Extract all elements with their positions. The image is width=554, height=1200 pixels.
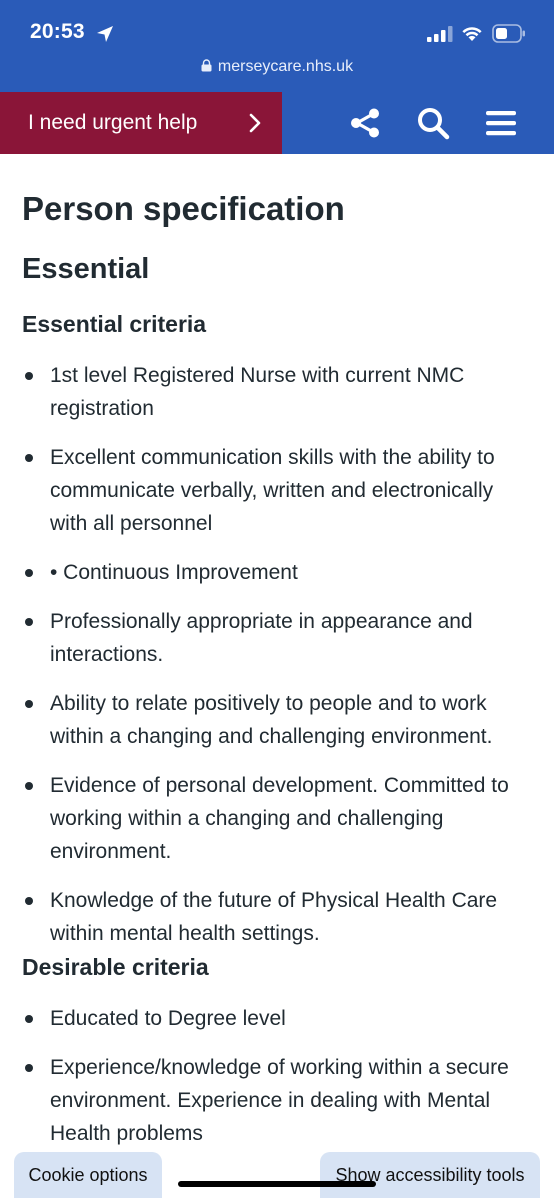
desirable-criteria-list: Educated to Degree level Experience/know… bbox=[22, 1002, 534, 1150]
list-item: Evidence of personal development. Commit… bbox=[22, 769, 534, 868]
urgent-help-label: I need urgent help bbox=[28, 111, 198, 134]
signal-icon bbox=[427, 26, 453, 42]
cookie-options-button[interactable]: Cookie options bbox=[14, 1152, 162, 1198]
chevron-right-icon bbox=[249, 113, 261, 133]
location-arrow-icon bbox=[97, 26, 113, 42]
menu-icon[interactable] bbox=[484, 106, 518, 140]
list-item: Excellent communication skills with the … bbox=[22, 441, 534, 540]
status-bar: 20:53 merseycare.nhs.uk bbox=[0, 0, 554, 92]
urgent-help-button[interactable]: I need urgent help bbox=[0, 92, 282, 154]
home-indicator bbox=[178, 1181, 376, 1187]
desirable-criteria-heading: Desirable criteria bbox=[22, 954, 209, 980]
list-item: 1st level Registered Nurse with current … bbox=[22, 359, 534, 425]
list-item: • Continuous Improvement bbox=[22, 556, 534, 589]
wifi-icon bbox=[462, 27, 482, 41]
section-heading: Essential bbox=[22, 253, 150, 285]
list-item: Knowledge of the future of Physical Heal… bbox=[22, 884, 534, 950]
list-item: Ability to relate positively to people a… bbox=[22, 687, 534, 753]
list-item: Professionally appropriate in appearance… bbox=[22, 605, 534, 671]
url-bar[interactable]: merseycare.nhs.uk bbox=[0, 58, 554, 76]
search-icon[interactable] bbox=[416, 106, 450, 140]
lock-icon bbox=[201, 59, 212, 72]
list-item: Experience/knowledge of working within a… bbox=[22, 1051, 534, 1150]
site-header: I need urgent help bbox=[0, 92, 554, 154]
battery-icon bbox=[492, 24, 525, 43]
essential-criteria-list: 1st level Registered Nurse with current … bbox=[22, 359, 534, 950]
main-content: Person specification Essential Essential… bbox=[22, 154, 534, 1150]
page-title: Person specification bbox=[22, 190, 345, 227]
accessibility-tools-button[interactable]: Show accessibility tools bbox=[320, 1152, 540, 1198]
essential-criteria-heading: Essential criteria bbox=[22, 311, 207, 337]
url-text: merseycare.nhs.uk bbox=[217, 58, 354, 75]
share-icon[interactable] bbox=[348, 106, 382, 140]
list-item: Educated to Degree level bbox=[22, 1002, 534, 1035]
status-time: 20:53 bbox=[30, 20, 85, 43]
